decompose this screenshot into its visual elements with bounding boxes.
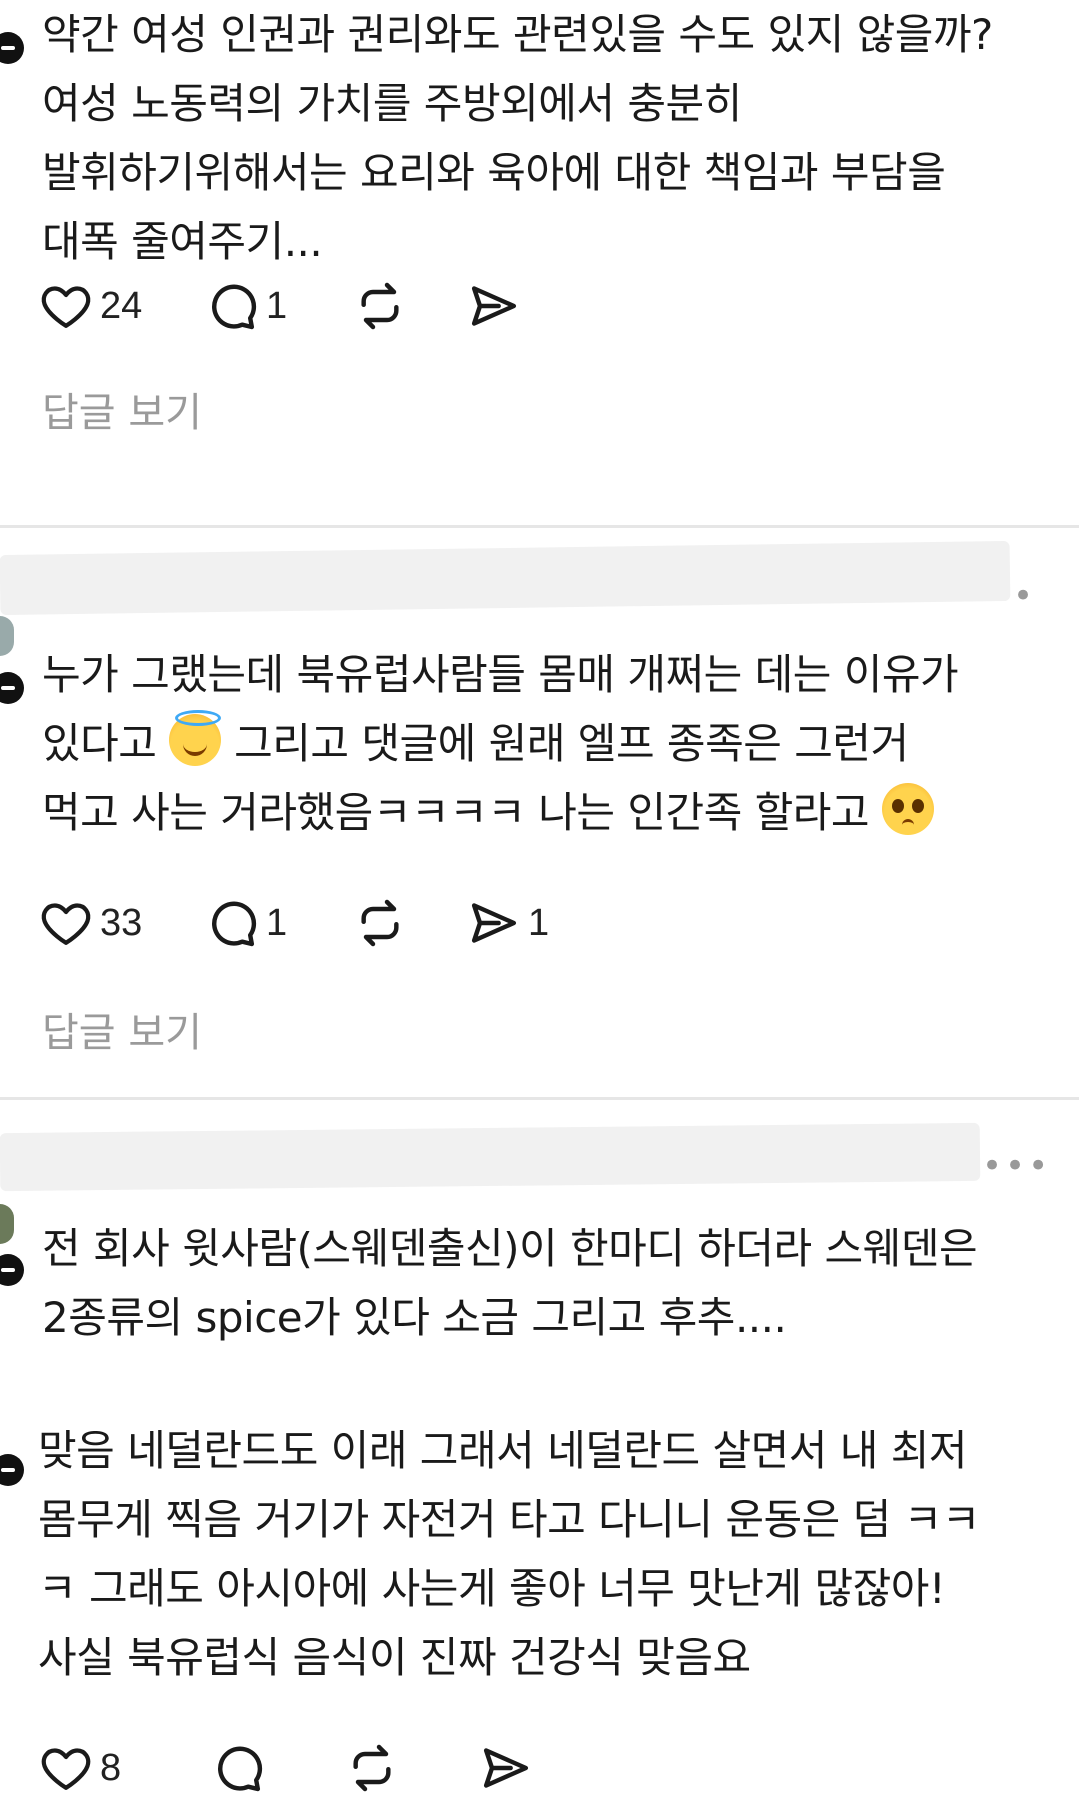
- collapse-icon[interactable]: [0, 1254, 24, 1286]
- divider: [0, 1097, 1079, 1100]
- blurred-username: [0, 1122, 981, 1192]
- collapse-icon[interactable]: [0, 1454, 24, 1486]
- comment-text: 약간 여성 인권과 권리와도 관련있을 수도 있지 않을까? 여성 노동력의 가…: [42, 10, 993, 266]
- comment-text-line-2a: 있다고: [42, 719, 170, 768]
- like-count: 33: [100, 901, 143, 944]
- comment-button[interactable]: 1: [204, 893, 287, 953]
- avatar[interactable]: [0, 616, 14, 656]
- repost-icon: [353, 1744, 391, 1792]
- send-icon: [483, 1748, 529, 1788]
- like-count: 8: [100, 1746, 122, 1789]
- pleading-face-emoji: [881, 783, 934, 835]
- view-replies-link[interactable]: 답글 보기: [42, 380, 202, 438]
- heart-icon: [41, 903, 91, 945]
- like-count: 24: [100, 284, 143, 327]
- repost-button[interactable]: [344, 1738, 400, 1798]
- send-icon: [471, 903, 517, 943]
- comment-button[interactable]: [210, 1738, 266, 1798]
- more-options-icon[interactable]: •••: [982, 1146, 1051, 1186]
- blurred-username: [0, 540, 1011, 616]
- collapse-icon[interactable]: [0, 672, 24, 704]
- share-count: 1: [528, 901, 550, 944]
- share-button[interactable]: [478, 1738, 534, 1798]
- collapse-icon[interactable]: [0, 32, 24, 64]
- comment-bubble-icon: [212, 901, 257, 947]
- comment-count: 1: [266, 901, 288, 944]
- smiling-face-with-halo-emoji: [169, 710, 222, 766]
- comment-bubble-icon: [218, 1746, 263, 1792]
- repost-button[interactable]: [352, 276, 408, 336]
- like-button[interactable]: 24: [38, 276, 142, 336]
- send-icon: [471, 286, 517, 326]
- like-button[interactable]: 8: [38, 1738, 121, 1798]
- comment-count: 1: [266, 284, 288, 327]
- comment-bubble-icon: [212, 284, 257, 330]
- comment-text-line-2b: 그리고 댓글에 원래 엘프 종족은 그런거: [221, 719, 909, 768]
- view-replies-link[interactable]: 답글 보기: [42, 1000, 202, 1058]
- like-button[interactable]: 33: [38, 893, 142, 953]
- more-options-icon[interactable]: •: [1013, 576, 1036, 616]
- heart-icon: [41, 1748, 91, 1790]
- comment-text-line-1: 누가 그랬는데 북유럽사람들 몸매 개쩌는 데는 이유가: [42, 650, 959, 699]
- comment-text: 맞음 네덜란드도 이래 그래서 네덜란드 살면서 내 최저 몸무게 찍음 거기가…: [38, 1426, 980, 1682]
- repost-button[interactable]: [352, 893, 408, 953]
- share-button[interactable]: [466, 276, 528, 336]
- avatar[interactable]: [0, 1204, 14, 1244]
- comment-text: 누가 그랬는데 북유럽사람들 몸매 개쩌는 데는 이유가있다고 그리고 댓글에 …: [42, 640, 959, 847]
- comment-text: 전 회사 윗사람(스웨덴출신)이 한마디 하더라 스웨덴은 2종류의 spice…: [42, 1224, 978, 1342]
- divider: [0, 525, 1079, 528]
- share-button[interactable]: 1: [466, 893, 549, 953]
- comment-button[interactable]: 1: [204, 276, 287, 336]
- repost-icon: [361, 282, 399, 330]
- heart-icon: [41, 286, 91, 328]
- comment-text-line-3: 먹고 사는 거라했음ㅋㅋㅋㅋ 나는 인간족 할라고: [42, 788, 882, 837]
- repost-icon: [361, 899, 399, 947]
